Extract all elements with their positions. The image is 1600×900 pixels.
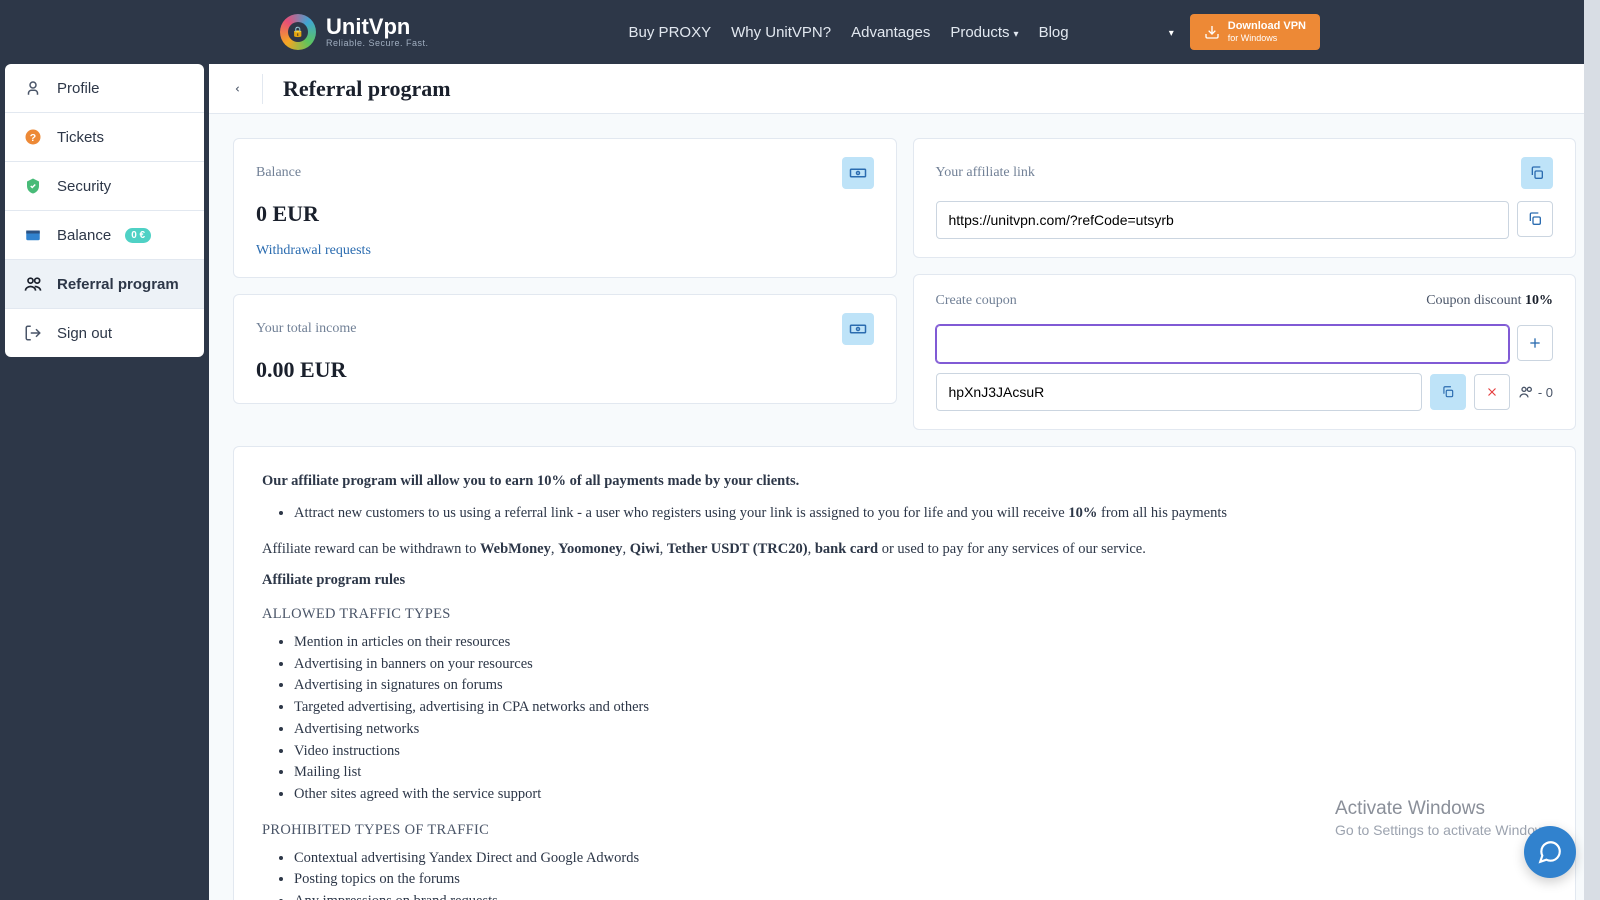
affiliate-info-card: Our affiliate program will allow you to …: [233, 446, 1576, 900]
nav-buy-proxy[interactable]: Buy PROXY: [629, 24, 712, 41]
coupon-label: Create coupon: [936, 293, 1017, 309]
affiliate-link-card: Your affiliate link: [913, 138, 1577, 258]
prohibited-title: PROHIBITED TYPES OF TRAFFIC: [262, 820, 1547, 842]
rules-title: Affiliate program rules: [262, 570, 1547, 592]
allowed-list: Mention in articles on their resources A…: [294, 632, 1547, 806]
chat-icon: [1537, 839, 1563, 865]
new-coupon-input[interactable]: [936, 325, 1510, 363]
coupon-discount: Coupon discount 10%: [1426, 293, 1553, 309]
nav-products[interactable]: Products: [950, 24, 1018, 41]
nav-advantages[interactable]: Advantages: [851, 24, 930, 41]
chat-support-button[interactable]: [1524, 826, 1576, 878]
cash-icon: [849, 164, 867, 182]
sidebar-label: Security: [57, 178, 111, 195]
wallet-icon: [23, 225, 43, 245]
delete-coupon-button[interactable]: [1474, 374, 1510, 410]
users-icon: [23, 274, 43, 294]
copy-link-button[interactable]: [1517, 201, 1553, 237]
sidebar-item-profile[interactable]: Profile: [5, 64, 204, 113]
brand-name: UnitVpn: [326, 16, 429, 38]
balance-label: Balance: [256, 165, 301, 181]
add-coupon-button[interactable]: [1517, 325, 1553, 361]
svg-text:?: ?: [30, 132, 36, 144]
copy-coupon-button[interactable]: [1430, 374, 1466, 410]
question-icon: ?: [23, 127, 43, 147]
chevron-left-icon: [233, 79, 242, 99]
top-header: 🔒 UnitVpn Reliable. Secure. Fast. Buy PR…: [0, 0, 1600, 64]
user-icon: [23, 78, 43, 98]
balance-card: Balance 0 EUR Withdrawal requests: [233, 138, 897, 278]
sidebar-item-security[interactable]: Security: [5, 162, 204, 211]
copy-icon: [1529, 165, 1545, 181]
sidebar-item-balance[interactable]: Balance 0 €: [5, 211, 204, 260]
close-icon: [1485, 385, 1499, 399]
sidebar-item-signout[interactable]: Sign out: [5, 309, 204, 357]
copy-icon: [1527, 211, 1543, 227]
main-nav: Buy PROXY Why UnitVPN? Advantages Produc…: [629, 24, 1069, 41]
existing-coupon-input[interactable]: [936, 373, 1422, 411]
back-button[interactable]: [233, 74, 263, 104]
sidebar-label: Balance: [57, 227, 111, 244]
allowed-title: ALLOWED TRAFFIC TYPES: [262, 604, 1547, 626]
language-selector[interactable]: [1163, 23, 1174, 41]
income-action-button[interactable]: [842, 313, 874, 345]
account-sidebar: Profile ? Tickets Security Balance 0 € R…: [5, 64, 204, 357]
coupon-card: Create coupon Coupon discount 10% - 0: [913, 274, 1577, 430]
page-header: Referral program: [209, 64, 1600, 114]
income-card: Your total income 0.00 EUR: [233, 294, 897, 404]
coupon-usage-count: - 0: [1518, 384, 1553, 400]
shield-icon: [23, 176, 43, 196]
income-value: 0.00 EUR: [256, 357, 874, 383]
sidebar-label: Tickets: [57, 129, 104, 146]
sidebar-label: Profile: [57, 80, 100, 97]
copy-icon: [1441, 385, 1455, 399]
download-icon: [1204, 24, 1220, 40]
nav-blog[interactable]: Blog: [1039, 24, 1069, 41]
users-icon: [1518, 384, 1534, 400]
withdrawal-requests-link[interactable]: Withdrawal requests: [256, 243, 874, 259]
info-withdraw: Affiliate reward can be withdrawn to Web…: [262, 539, 1547, 561]
page-title: Referral program: [283, 76, 451, 102]
cash-icon: [849, 320, 867, 338]
brand-tagline: Reliable. Secure. Fast.: [326, 38, 429, 48]
balance-action-button[interactable]: [842, 157, 874, 189]
affiliate-link-input[interactable]: [936, 201, 1510, 239]
info-intro: Our affiliate program will allow you to …: [262, 473, 799, 489]
balance-badge: 0 €: [125, 228, 151, 243]
info-bullet: Attract new customers to us using a refe…: [294, 503, 1547, 525]
income-label: Your total income: [256, 321, 356, 337]
sidebar-label: Referral program: [57, 276, 179, 293]
balance-value: 0 EUR: [256, 201, 874, 227]
main-content: Referral program Balance 0 EUR Withdrawa…: [209, 64, 1600, 900]
sidebar-item-tickets[interactable]: ? Tickets: [5, 113, 204, 162]
sidebar-item-referral[interactable]: Referral program: [5, 260, 204, 309]
sidebar-label: Sign out: [57, 325, 112, 342]
affiliate-label: Your affiliate link: [936, 165, 1035, 181]
plus-icon: [1527, 335, 1543, 351]
nav-why[interactable]: Why UnitVPN?: [731, 24, 831, 41]
brand-logo[interactable]: 🔒 UnitVpn Reliable. Secure. Fast.: [280, 14, 429, 50]
signout-icon: [23, 323, 43, 343]
download-vpn-button[interactable]: Download VPN for Windows: [1190, 14, 1320, 50]
prohibited-list: Contextual advertising Yandex Direct and…: [294, 848, 1547, 900]
logo-icon: 🔒: [280, 14, 316, 50]
copy-affiliate-button[interactable]: [1521, 157, 1553, 189]
